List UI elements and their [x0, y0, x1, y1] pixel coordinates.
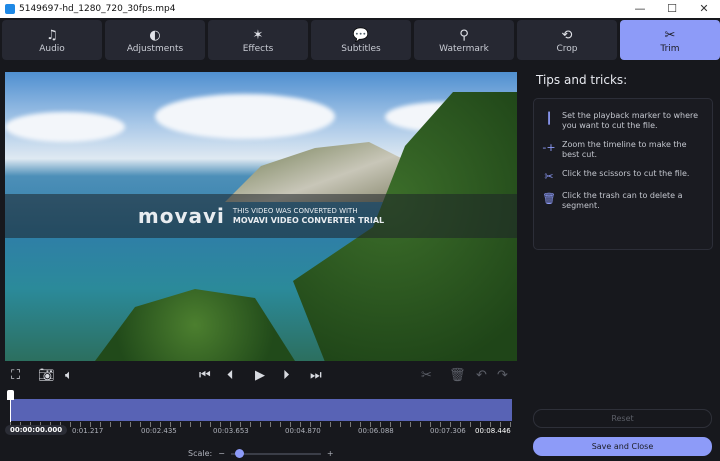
- next-frame-icon[interactable]: ⏵: [283, 366, 290, 386]
- skip-end-icon[interactable]: ⏭: [310, 366, 322, 386]
- tab-adjustments[interactable]: ◐ Adjustments: [105, 20, 205, 60]
- trial-watermark: movavi THIS VIDEO WAS CONVERTED WITH MOVA…: [5, 194, 517, 238]
- slider-knob[interactable]: [234, 448, 244, 458]
- window-title: 5149697-hd_1280_720_30fps.mp4: [19, 4, 176, 14]
- tip-item: ┃ Set the playback marker to where you wa…: [534, 111, 712, 131]
- tab-effects[interactable]: ✶ Effects: [208, 20, 308, 60]
- tip-text: Click the scissors to cut the file.: [562, 169, 690, 178]
- app-icon: [5, 4, 15, 14]
- cloud: [5, 112, 125, 142]
- tab-label: Trim: [660, 43, 680, 54]
- redo-icon[interactable]: ↷: [497, 366, 508, 386]
- current-time: 00:00:00.000: [5, 425, 68, 435]
- time-label: 00:02.435: [141, 427, 177, 435]
- tip-item: 🗑︎ Click the trash can to delete a segmen…: [534, 191, 712, 211]
- tab-label: Crop: [556, 43, 578, 54]
- tip-text: Zoom the timeline to make the best cut.: [562, 140, 687, 159]
- crop-rotate-icon: ⟲: [561, 27, 573, 43]
- tab-label: Adjustments: [126, 43, 184, 54]
- stamp-icon: ⚲: [459, 27, 469, 43]
- tab-watermark[interactable]: ⚲ Watermark: [414, 20, 514, 60]
- playback-marker[interactable]: [7, 390, 14, 400]
- tip-text: Set the playback marker to where you wan…: [562, 111, 699, 130]
- trash-icon: 🗑︎: [542, 192, 556, 205]
- tip-text: Click the trash can to delete a segment.: [562, 191, 683, 210]
- tab-label: Watermark: [439, 43, 489, 54]
- tip-item: ✂ Click the scissors to cut the file.: [534, 169, 712, 182]
- tip-item: -+ Zoom the timeline to make the best cut…: [534, 140, 712, 160]
- tab-label: Effects: [242, 43, 274, 54]
- minimize-button[interactable]: —: [624, 0, 656, 18]
- scissors-icon: ✂: [544, 170, 554, 183]
- scale-slider[interactable]: [230, 448, 321, 458]
- reset-button[interactable]: Reset: [533, 409, 712, 428]
- play-icon[interactable]: ▶: [255, 366, 265, 386]
- scissors-icon[interactable]: ✂: [421, 366, 432, 386]
- zoom-icon: -+: [542, 141, 556, 154]
- scissors-icon: ✂: [664, 27, 676, 43]
- time-label: 00:03.653: [213, 427, 249, 435]
- previous-frame-icon[interactable]: ⏴: [227, 366, 234, 386]
- close-button[interactable]: ✕: [688, 0, 720, 18]
- timeline-track[interactable]: [10, 399, 512, 421]
- save-and-close-button[interactable]: Save and Close: [533, 437, 712, 456]
- time-label: 0:01.217: [72, 427, 104, 435]
- tab-label: Audio: [39, 43, 65, 54]
- cloud: [155, 94, 335, 139]
- speech-bubble-icon: 💬: [352, 27, 370, 43]
- title-bar: 5149697-hd_1280_720_30fps.mp4 — ☐ ✕: [0, 0, 720, 18]
- time-label: 00:06.088: [358, 427, 394, 435]
- watermark-line2: MOVAVI VIDEO CONVERTER TRIAL: [232, 216, 385, 225]
- video-preview[interactable]: movavi THIS VIDEO WAS CONVERTED WITH MOVA…: [5, 72, 517, 361]
- skip-start-icon[interactable]: ⏮: [199, 366, 211, 386]
- fullscreen-icon[interactable]: ⛶: [11, 366, 20, 386]
- undo-icon[interactable]: ↶: [476, 366, 487, 386]
- tool-tabs: ♫ Audio ◐ Adjustments ✶ Effects 💬 Subtitles …: [2, 20, 720, 60]
- tips-panel: ┃ Set the playback marker to where you wa…: [533, 98, 713, 250]
- zoom-in-button[interactable]: +: [327, 449, 334, 458]
- zoom-out-button[interactable]: −: [218, 449, 225, 458]
- contrast-icon: ◐: [149, 27, 161, 43]
- volume-icon[interactable]: 🔈︎: [65, 366, 73, 386]
- watermark-line1: THIS VIDEO WAS CONVERTED WITH: [232, 207, 358, 215]
- scale-control: Scale: − +: [188, 448, 334, 458]
- tab-audio[interactable]: ♫ Audio: [2, 20, 102, 60]
- tab-subtitles[interactable]: 💬 Subtitles: [311, 20, 411, 60]
- trash-icon[interactable]: 🗑︎: [449, 366, 466, 386]
- marker-icon: ┃: [545, 112, 553, 125]
- tab-trim[interactable]: ✂ Trim: [620, 20, 720, 60]
- tab-label: Subtitles: [341, 43, 381, 54]
- music-note-icon: ♫: [46, 27, 58, 43]
- trees: [95, 289, 295, 361]
- time-label-end: 00:08.446: [475, 427, 511, 435]
- movavi-logo: movavi: [137, 204, 225, 228]
- tab-crop[interactable]: ⟲ Crop: [517, 20, 617, 60]
- time-label: 00:07.306: [430, 427, 466, 435]
- scale-label: Scale:: [188, 449, 213, 458]
- cliff: [225, 142, 405, 202]
- time-label: 00:04.870: [285, 427, 321, 435]
- maximize-button[interactable]: ☐: [656, 0, 688, 18]
- tips-title: Tips and tricks:: [536, 73, 628, 87]
- magic-wand-icon: ✶: [252, 27, 264, 43]
- camera-icon[interactable]: 📷︎: [38, 366, 55, 386]
